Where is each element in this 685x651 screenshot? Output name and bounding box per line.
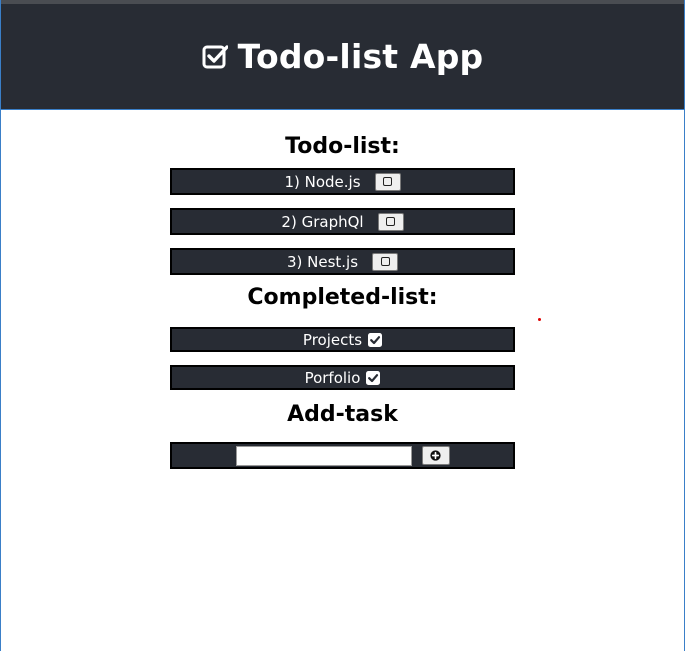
add-task-form — [1, 433, 684, 469]
checkbox-checked-icon[interactable] — [368, 332, 383, 347]
square-icon — [380, 257, 390, 266]
completed-list: Projects Porfolio — [1, 327, 684, 390]
add-task-button[interactable] — [421, 446, 450, 465]
add-task-row — [170, 442, 515, 469]
todo-list: 1) Node.js 2) GraphQl 3) Nest.js — [1, 168, 684, 275]
todo-item: 3) Nest.js — [170, 248, 515, 275]
todo-list-heading: Todo-list: — [285, 134, 400, 159]
todo-item-label: 1) Node.js — [284, 172, 361, 191]
todo-item: 2) GraphQl — [170, 208, 515, 235]
new-task-input[interactable] — [235, 445, 412, 466]
completed-item-label: Projects — [302, 330, 363, 349]
todo-item-label: 3) Nest.js — [286, 252, 359, 271]
todo-item-label: 2) GraphQl — [281, 212, 364, 231]
square-icon — [386, 217, 396, 226]
app-window: Todo-list App Todo-list: 1) Node.js 2) G… — [0, 0, 685, 651]
cursor-dot — [538, 318, 541, 321]
completed-item: Projects — [170, 327, 515, 352]
plus-circle-icon — [430, 450, 441, 461]
checkbox-checked-icon[interactable] — [366, 370, 381, 385]
app-title: Todo-list App — [237, 37, 484, 76]
main-content: Todo-list: 1) Node.js 2) GraphQl 3) Nest… — [1, 110, 684, 469]
completed-item-label: Porfolio — [304, 368, 361, 387]
completed-list-heading: Completed-list: — [247, 285, 438, 310]
complete-task-button[interactable] — [374, 172, 401, 191]
add-task-heading: Add-task — [287, 402, 398, 427]
checkbox-checked-icon — [202, 44, 228, 68]
app-header: Todo-list App — [1, 4, 684, 110]
completed-item: Porfolio — [170, 365, 515, 390]
square-icon — [383, 177, 393, 186]
todo-item: 1) Node.js — [170, 168, 515, 195]
complete-task-button[interactable] — [377, 212, 404, 231]
complete-task-button[interactable] — [372, 252, 399, 271]
